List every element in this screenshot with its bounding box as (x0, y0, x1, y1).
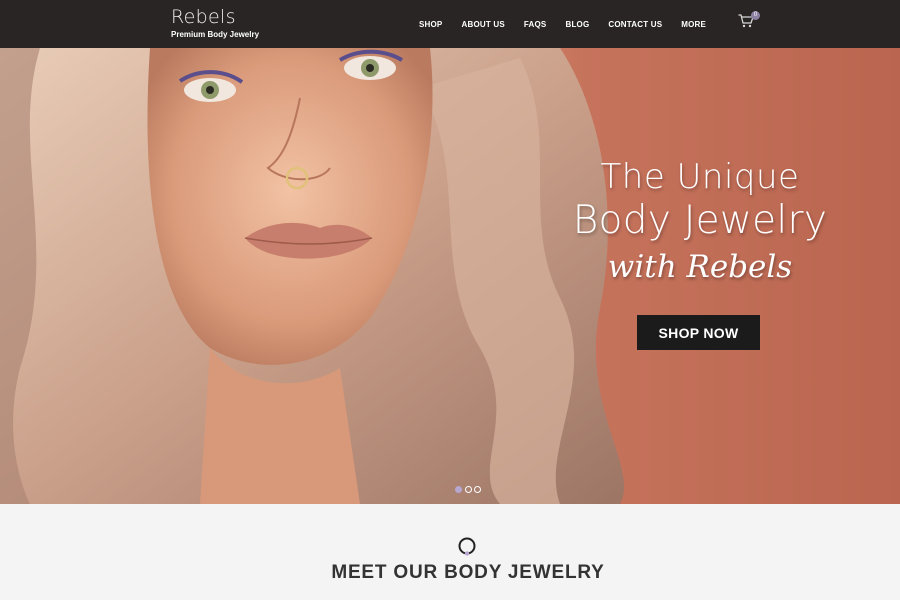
nav-item-more[interactable]: MORE (681, 20, 706, 29)
cart-count-badge: 0 (751, 11, 760, 20)
brand-logo[interactable]: Rebels Premium Body Jewelry (171, 6, 259, 39)
brand-tagline: Premium Body Jewelry (171, 30, 260, 39)
brand-name: Rebels (171, 6, 236, 28)
cart-button[interactable]: 0 (738, 11, 760, 30)
shop-now-button[interactable]: SHOP NOW (637, 315, 760, 350)
slide-dot-3[interactable] (474, 486, 481, 493)
nav-item-faqs[interactable]: FAQS (524, 20, 547, 29)
hero-banner: The Unique Body Jewelry with Rebels SHOP… (0, 48, 900, 504)
hero-headline-line1: The Unique (600, 157, 800, 197)
nav-item-contact-us[interactable]: CONTACT US (608, 20, 662, 29)
slide-dot-2[interactable] (464, 486, 472, 493)
meet-jewelry-section: MEET OUR BODY JEWELRY (0, 504, 900, 600)
section-title: MEET OUR BODY JEWELRY (331, 562, 605, 583)
nav-item-blog[interactable]: BLOG (565, 20, 589, 29)
slide-dot-1[interactable] (455, 486, 462, 493)
slider-pagination (455, 486, 484, 493)
nav-item-shop[interactable]: SHOP (419, 20, 442, 29)
main-nav: SHOP ABOUT US FAQS BLOG CONTACT US MORE (419, 0, 725, 48)
hero-headline: The Unique Body Jewelry with Rebels (520, 156, 880, 290)
site-header: Rebels Premium Body Jewelry SHOP ABOUT U… (0, 0, 900, 48)
nav-item-about-us[interactable]: ABOUT US (461, 20, 504, 29)
hero-headline-line2: Body Jewelry (572, 198, 828, 243)
hero-headline-line3: with Rebels (607, 249, 793, 285)
ring-icon (458, 537, 476, 556)
